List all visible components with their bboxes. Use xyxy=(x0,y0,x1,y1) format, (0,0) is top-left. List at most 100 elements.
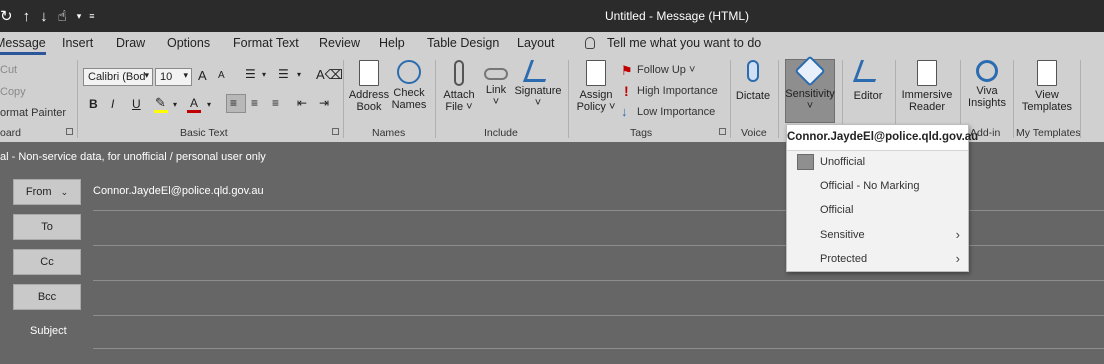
option-label: Protected xyxy=(820,253,868,265)
italic-button[interactable]: I xyxy=(111,97,114,111)
align-right-icon[interactable]: ≡ xyxy=(272,96,279,110)
viva-insights-button[interactable]: Viva Insights xyxy=(965,60,1009,109)
high-importance-icon: ! xyxy=(624,83,629,99)
font-name-combo[interactable]: Calibri (Bod ▾ xyxy=(83,68,153,86)
tab-help[interactable]: Help xyxy=(379,36,405,50)
title-bar: ↻ ↑ ↓ ☝ ▾ ≡ Untitled - Message (HTML) xyxy=(0,0,1104,32)
clipboard-launcher-icon[interactable] xyxy=(66,128,73,135)
immersive-label-1: Immersive xyxy=(901,89,953,101)
signature-label-1: Signature xyxy=(514,85,562,97)
increase-indent-icon[interactable]: ⇥ xyxy=(319,96,329,110)
divider xyxy=(1080,60,1081,138)
clear-formatting-icon[interactable]: A⌫ xyxy=(316,67,343,83)
dictate-button[interactable]: Dictate xyxy=(735,60,771,102)
sensitivity-option-sensitive[interactable]: Sensitive › xyxy=(787,224,968,248)
high-importance-button[interactable]: High Importance xyxy=(637,85,718,97)
tab-layout[interactable]: Layout xyxy=(517,36,555,50)
viva-insights-icon xyxy=(976,60,998,82)
cc-button[interactable]: Cc xyxy=(13,249,81,275)
selected-label-indicator xyxy=(797,154,814,170)
divider xyxy=(435,60,436,138)
bullets-icon[interactable]: ☰ xyxy=(245,67,256,81)
sensitivity-account-header: Connor.JaydeEl@police.qld.gov.au xyxy=(787,125,978,151)
assign-policy-button[interactable]: Assign Policy ˅ xyxy=(574,60,618,113)
tags-launcher-icon[interactable] xyxy=(719,128,726,135)
font-color-dropdown-icon[interactable]: ▾ xyxy=(207,100,211,109)
format-painter-button[interactable]: ormat Painter xyxy=(0,107,66,119)
signature-label-2: ˅ xyxy=(534,97,542,109)
view-templates-button[interactable]: View Templates xyxy=(1019,60,1075,113)
sensitivity-option-official[interactable]: Official xyxy=(787,199,968,223)
align-left-icon: ≡ xyxy=(230,96,238,110)
underline-button[interactable]: U xyxy=(132,97,141,111)
follow-up-button[interactable]: Follow Up ˅ xyxy=(637,64,695,76)
editor-button[interactable]: Editor xyxy=(849,60,887,102)
check-names-label-1: Check xyxy=(393,87,425,99)
divider xyxy=(730,60,731,138)
from-address[interactable]: Connor.JaydeEl@police.qld.gov.au xyxy=(93,185,264,197)
microphone-icon xyxy=(747,60,759,82)
chevron-down-icon: ⌄ xyxy=(60,187,69,197)
editor-label: Editor xyxy=(853,90,883,102)
bold-button[interactable]: B xyxy=(89,97,98,111)
tell-me-search[interactable]: Tell me what you want to do xyxy=(585,36,761,50)
to-button[interactable]: To xyxy=(13,214,81,240)
address-book-label-2: Book xyxy=(356,101,382,113)
decrease-indent-icon[interactable]: ⇤ xyxy=(297,96,307,110)
tab-table-design[interactable]: Table Design xyxy=(427,36,499,50)
bullets-dropdown-icon[interactable]: ▾ xyxy=(262,70,266,79)
attach-file-button[interactable]: Attach File ˅ xyxy=(440,60,478,113)
sensitivity-option-official-no-marking[interactable]: Official - No Marking xyxy=(787,175,968,199)
highlight-dropdown-icon[interactable]: ▾ xyxy=(173,100,177,109)
classification-notice: al - Non-service data, for unofficial / … xyxy=(0,151,266,163)
divider xyxy=(568,60,569,138)
link-button[interactable]: Link ˅ xyxy=(481,60,511,108)
address-book-button[interactable]: Address Book xyxy=(348,60,390,113)
sensitivity-chevron-icon: ˅ xyxy=(806,100,814,112)
signature-icon xyxy=(522,60,554,82)
chevron-down-icon: ▾ xyxy=(183,70,188,80)
viva-label-2: Insights xyxy=(968,97,1006,109)
align-center-icon[interactable]: ≡ xyxy=(251,96,258,110)
from-button[interactable]: From ⌄ xyxy=(13,179,81,205)
cut-button[interactable]: Cut xyxy=(0,64,17,76)
tab-insert[interactable]: Insert xyxy=(62,36,93,50)
chevron-right-icon: › xyxy=(955,251,960,266)
font-color-bar xyxy=(187,110,201,113)
chevron-down-icon: ▾ xyxy=(144,70,149,80)
basic-text-launcher-icon[interactable] xyxy=(332,128,339,135)
cc-field[interactable] xyxy=(93,280,1104,281)
numbering-dropdown-icon[interactable]: ▾ xyxy=(297,70,301,79)
subject-field[interactable] xyxy=(93,348,1104,349)
highlight-icon[interactable]: ✎ xyxy=(155,95,166,111)
font-name-value: Calibri (Bod xyxy=(88,71,146,83)
bcc-button[interactable]: Bcc xyxy=(13,284,81,310)
signature-button[interactable]: Signature ˅ xyxy=(514,60,562,109)
font-size-combo[interactable]: 10 ▾ xyxy=(155,68,192,86)
divider xyxy=(1013,60,1014,138)
tab-format-text[interactable]: Format Text xyxy=(233,36,299,50)
attach-label-2: File ˅ xyxy=(445,101,473,113)
font-color-icon[interactable]: A xyxy=(190,96,198,110)
ribbon-tabs: Message Insert Draw Options Format Text … xyxy=(0,32,1104,56)
check-names-button[interactable]: Check Names xyxy=(391,60,427,111)
numbering-icon[interactable]: ☰ xyxy=(278,67,289,81)
check-names-icon xyxy=(397,60,421,84)
highlight-color-bar xyxy=(154,110,168,113)
sensitivity-option-protected[interactable]: Protected › xyxy=(787,248,968,272)
flag-icon: ⚑ xyxy=(621,63,633,78)
tab-review[interactable]: Review xyxy=(319,36,360,50)
bcc-field[interactable] xyxy=(93,315,1104,316)
low-importance-icon: ↓ xyxy=(621,104,628,119)
grow-font-button[interactable]: A xyxy=(198,68,207,83)
tab-message[interactable]: Message xyxy=(0,36,46,55)
tab-options[interactable]: Options xyxy=(167,36,210,50)
tab-draw[interactable]: Draw xyxy=(116,36,145,50)
low-importance-button[interactable]: Low Importance xyxy=(637,106,715,118)
immersive-reader-button[interactable]: Immersive Reader xyxy=(900,60,954,113)
sensitivity-option-unofficial[interactable]: Unofficial xyxy=(787,151,968,175)
names-group-label: Names xyxy=(372,127,406,139)
copy-button[interactable]: Copy xyxy=(0,86,26,98)
divider xyxy=(343,60,344,138)
shrink-font-button[interactable]: A xyxy=(218,70,225,81)
